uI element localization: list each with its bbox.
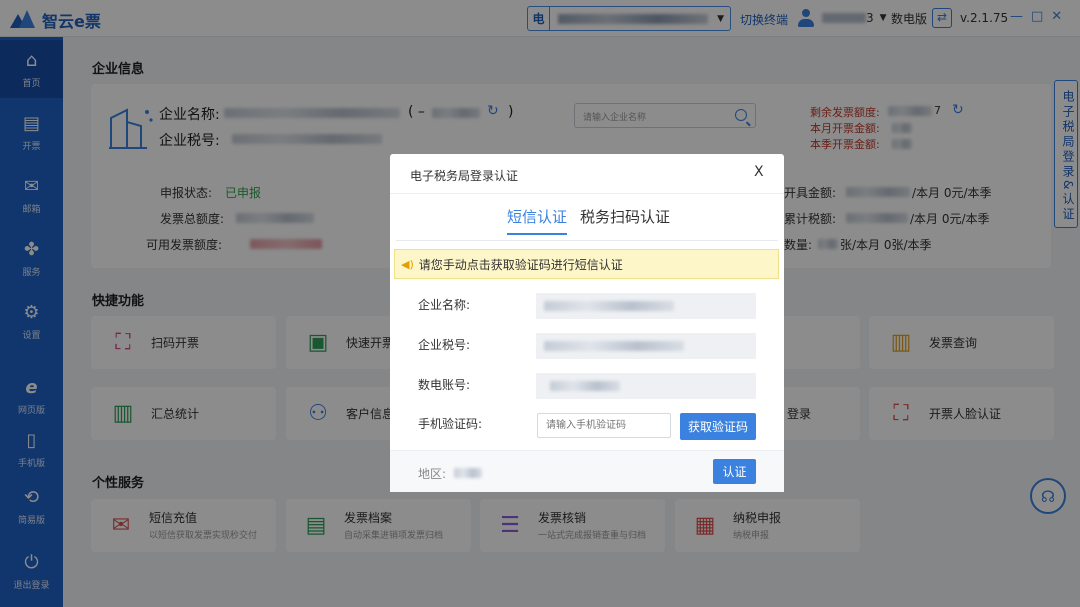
company-tax-field <box>536 333 756 359</box>
dialog-header: 电子税务局登录认证 X <box>390 154 784 194</box>
sms-code-input[interactable] <box>537 413 671 438</box>
close-button[interactable]: X <box>754 164 764 180</box>
sms-code-label: 手机验证码: <box>418 417 483 431</box>
account-field <box>536 373 756 399</box>
get-code-button[interactable]: 获取验证码 <box>680 413 756 440</box>
company-name-field <box>536 293 756 319</box>
account-blurred <box>550 381 620 391</box>
notice-text: 请您手动点击获取验证码进行短信认证 <box>418 257 623 272</box>
tab-divider <box>396 240 778 241</box>
company-name-label: 企业名称: <box>418 298 471 312</box>
company-name-blurred <box>544 301 674 311</box>
notice-banner: ◀) 请您手动点击获取验证码进行短信认证 <box>394 249 779 279</box>
auth-tabs: 短信认证 税务扫码认证 <box>390 206 784 236</box>
dialog-title: 电子税务局登录认证 <box>410 169 519 183</box>
region-blurred <box>454 468 482 478</box>
dialog-footer: 地区: 认证 <box>390 450 784 492</box>
company-tax-blurred <box>544 341 684 351</box>
account-label: 数电账号: <box>418 378 471 392</box>
company-tax-label: 企业税号: <box>418 338 471 352</box>
tab-scan-auth[interactable]: 税务扫码认证 <box>580 206 670 233</box>
speaker-icon: ◀) <box>401 257 414 271</box>
tab-sms-auth[interactable]: 短信认证 <box>507 206 568 235</box>
region-label: 地区: <box>418 467 447 481</box>
confirm-auth-button[interactable]: 认证 <box>713 459 756 484</box>
tax-login-dialog: 电子税务局登录认证 X 短信认证 税务扫码认证 ◀) 请您手动点击获取验证码进行… <box>390 154 784 492</box>
